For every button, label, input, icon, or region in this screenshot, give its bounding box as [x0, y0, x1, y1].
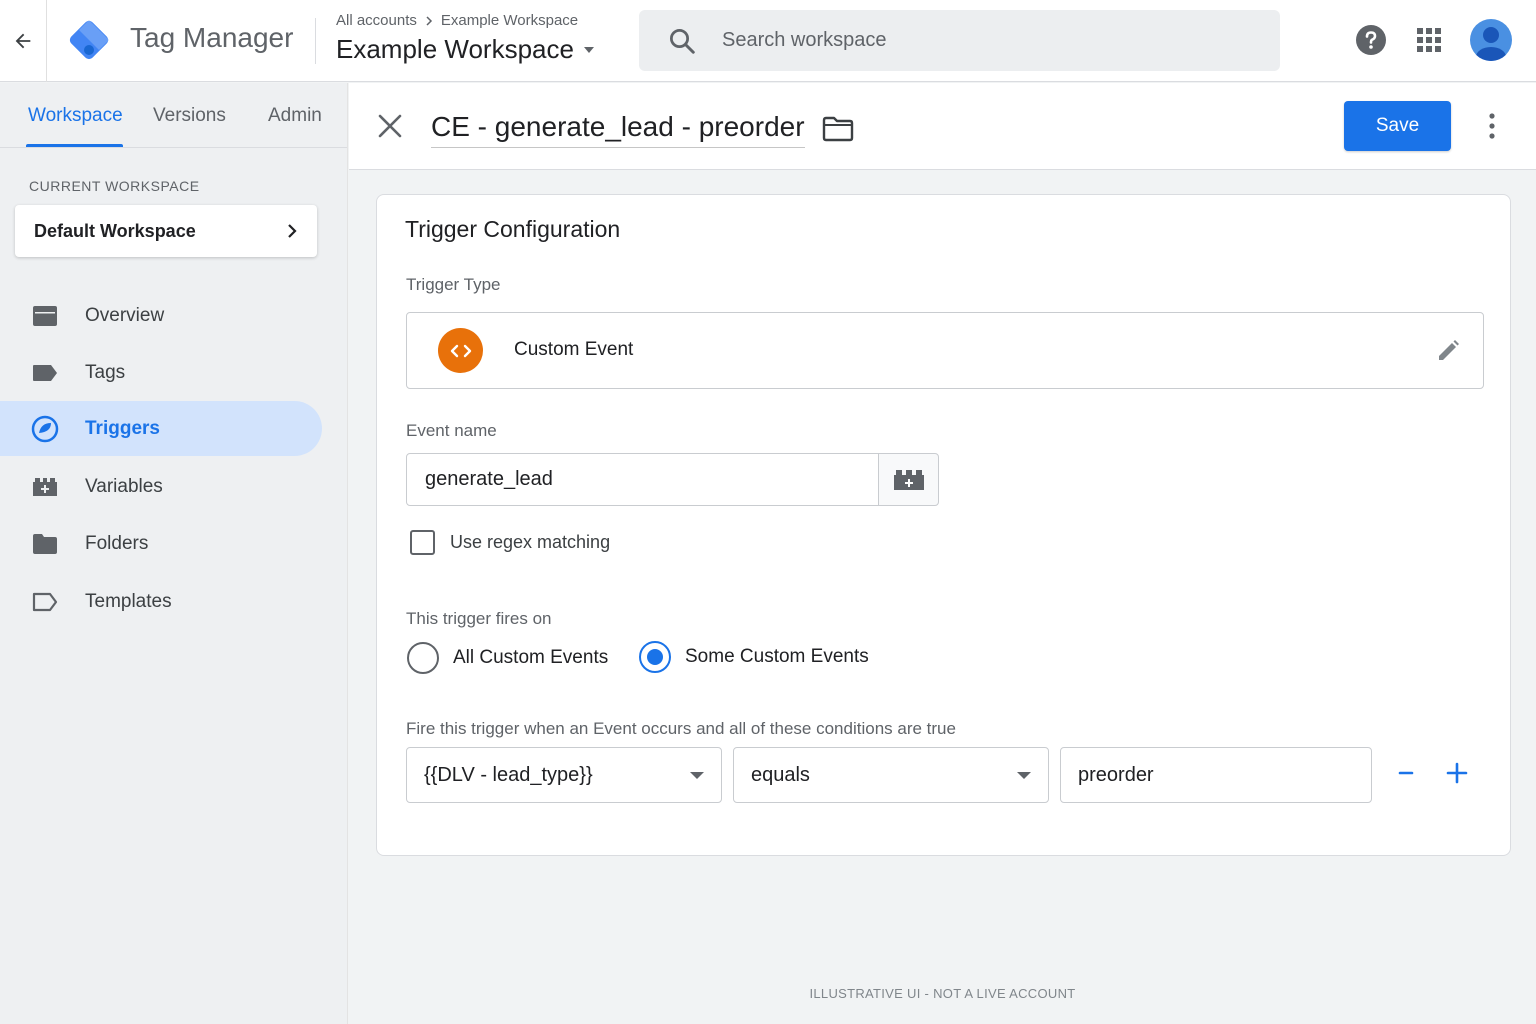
radio-some-custom-events[interactable]: Some Custom Events: [639, 641, 869, 673]
back-button[interactable]: [0, 0, 47, 82]
arrow-back-icon: [15, 33, 31, 49]
variables-icon: [31, 473, 59, 501]
folder-icon: [31, 530, 59, 558]
radio-label: All Custom Events: [453, 647, 609, 668]
radio-all-custom-events[interactable]: All Custom Events: [407, 642, 608, 674]
sidebar-item-label: Folders: [85, 532, 149, 554]
folder-outline-icon[interactable]: [822, 116, 854, 142]
sidebar-item-templates[interactable]: Templates: [0, 574, 322, 629]
event-name-input[interactable]: generate_lead: [406, 453, 879, 506]
breadcrumb-all-accounts[interactable]: All accounts: [336, 12, 417, 29]
radio-label: Some Custom Events: [685, 646, 869, 667]
tag-icon: [31, 359, 59, 387]
sidebar-item-label: Templates: [85, 590, 172, 612]
sidebar-item-label: Tags: [85, 361, 126, 383]
regex-checkbox-row[interactable]: Use regex matching: [410, 530, 610, 555]
condition-operator-value: equals: [751, 763, 810, 786]
search-icon: [670, 28, 695, 54]
trigger-icon: [31, 415, 59, 443]
chevron-right-icon: [426, 15, 432, 26]
close-icon[interactable]: [377, 113, 403, 139]
trigger-type-value: Custom Event: [514, 339, 634, 360]
sidebar-item-label: Overview: [85, 304, 165, 326]
tab-workspace[interactable]: Workspace: [28, 105, 123, 127]
help-icon[interactable]: [1355, 24, 1387, 56]
card-title: Trigger Configuration: [405, 216, 621, 242]
condition-variable-value: {{DLV - lead_type}}: [424, 763, 593, 786]
regex-checkbox-label: Use regex matching: [450, 532, 611, 552]
fires-on-label: This trigger fires on: [406, 609, 552, 628]
apps-grid-icon[interactable]: [1416, 27, 1442, 53]
workspace-title: Example Workspace: [336, 34, 574, 64]
custom-event-icon: [438, 328, 483, 373]
condition-operator-select[interactable]: equals: [733, 747, 1049, 803]
sidebar: Workspace Versions Admin CURRENT WORKSPA…: [0, 83, 348, 1024]
search-input[interactable]: Search workspace: [722, 29, 887, 52]
condition-variable-select[interactable]: {{DLV - lead_type}}: [406, 747, 722, 803]
search-bar[interactable]: Search workspace: [639, 10, 1280, 71]
trigger-configuration-card: Trigger Configuration Trigger Type Custo…: [376, 194, 1511, 856]
template-icon: [31, 588, 59, 616]
pencil-edit-icon[interactable]: [1435, 338, 1461, 364]
trigger-type-label: Trigger Type: [406, 275, 501, 294]
current-workspace-label: CURRENT WORKSPACE: [29, 178, 200, 194]
trigger-name-input[interactable]: CE - generate_lead - preorder: [431, 111, 805, 148]
tab-admin[interactable]: Admin: [268, 105, 322, 127]
dropdown-arrow-icon: [690, 772, 704, 779]
active-tab-indicator: [26, 144, 123, 147]
remove-condition-icon[interactable]: [1395, 761, 1417, 785]
sidebar-item-tags[interactable]: Tags: [0, 345, 322, 400]
tag-manager-logo-icon: [69, 20, 109, 60]
chevron-right-icon: [288, 224, 297, 238]
more-vertical-icon[interactable]: [1479, 111, 1505, 141]
current-workspace-selector[interactable]: Default Workspace: [15, 205, 317, 257]
event-name-label: Event name: [406, 421, 497, 440]
variable-brick-icon: [893, 469, 924, 490]
sidebar-item-label: Triggers: [85, 417, 160, 439]
sidebar-item-triggers[interactable]: Triggers: [0, 401, 322, 456]
condition-value-input[interactable]: preorder: [1060, 747, 1372, 803]
account-icon: [1476, 27, 1506, 61]
breadcrumb-workspace[interactable]: Example Workspace: [441, 12, 578, 29]
app-name: Tag Manager: [130, 22, 294, 53]
workspace-switcher[interactable]: Example Workspace: [336, 34, 596, 65]
illustrative-disclaimer: ILLUSTRATIVE UI - NOT A LIVE ACCOUNT: [809, 986, 1076, 1001]
sidebar-item-overview[interactable]: Overview: [0, 288, 322, 343]
dropdown-arrow-icon: [583, 46, 594, 53]
tab-versions[interactable]: Versions: [153, 105, 226, 127]
insert-variable-button[interactable]: [878, 453, 939, 506]
trigger-editor-header: CE - generate_lead - preorder Save: [349, 83, 1536, 170]
sidebar-item-label: Variables: [85, 475, 163, 497]
sidebar-item-variables[interactable]: Variables: [0, 459, 322, 514]
header-divider: [315, 18, 316, 64]
save-button[interactable]: Save: [1344, 101, 1451, 151]
current-workspace-name: Default Workspace: [34, 220, 196, 241]
dropdown-arrow-icon: [1017, 772, 1031, 779]
avatar[interactable]: [1470, 19, 1512, 61]
radio-button[interactable]: [407, 642, 439, 674]
sidebar-tabs: Workspace Versions Admin: [0, 83, 347, 148]
overview-icon: [31, 302, 59, 330]
add-condition-icon[interactable]: [1445, 761, 1469, 785]
sidebar-item-folders[interactable]: Folders: [0, 516, 322, 571]
breadcrumb: All accounts Example Workspace: [336, 12, 578, 29]
trigger-type-selector[interactable]: Custom Event: [406, 312, 1484, 389]
radio-button-selected[interactable]: [639, 641, 671, 673]
top-bar: Tag Manager All accounts Example Workspa…: [0, 0, 1536, 82]
regex-checkbox[interactable]: [410, 530, 435, 555]
condition-label: Fire this trigger when an Event occurs a…: [406, 719, 956, 738]
